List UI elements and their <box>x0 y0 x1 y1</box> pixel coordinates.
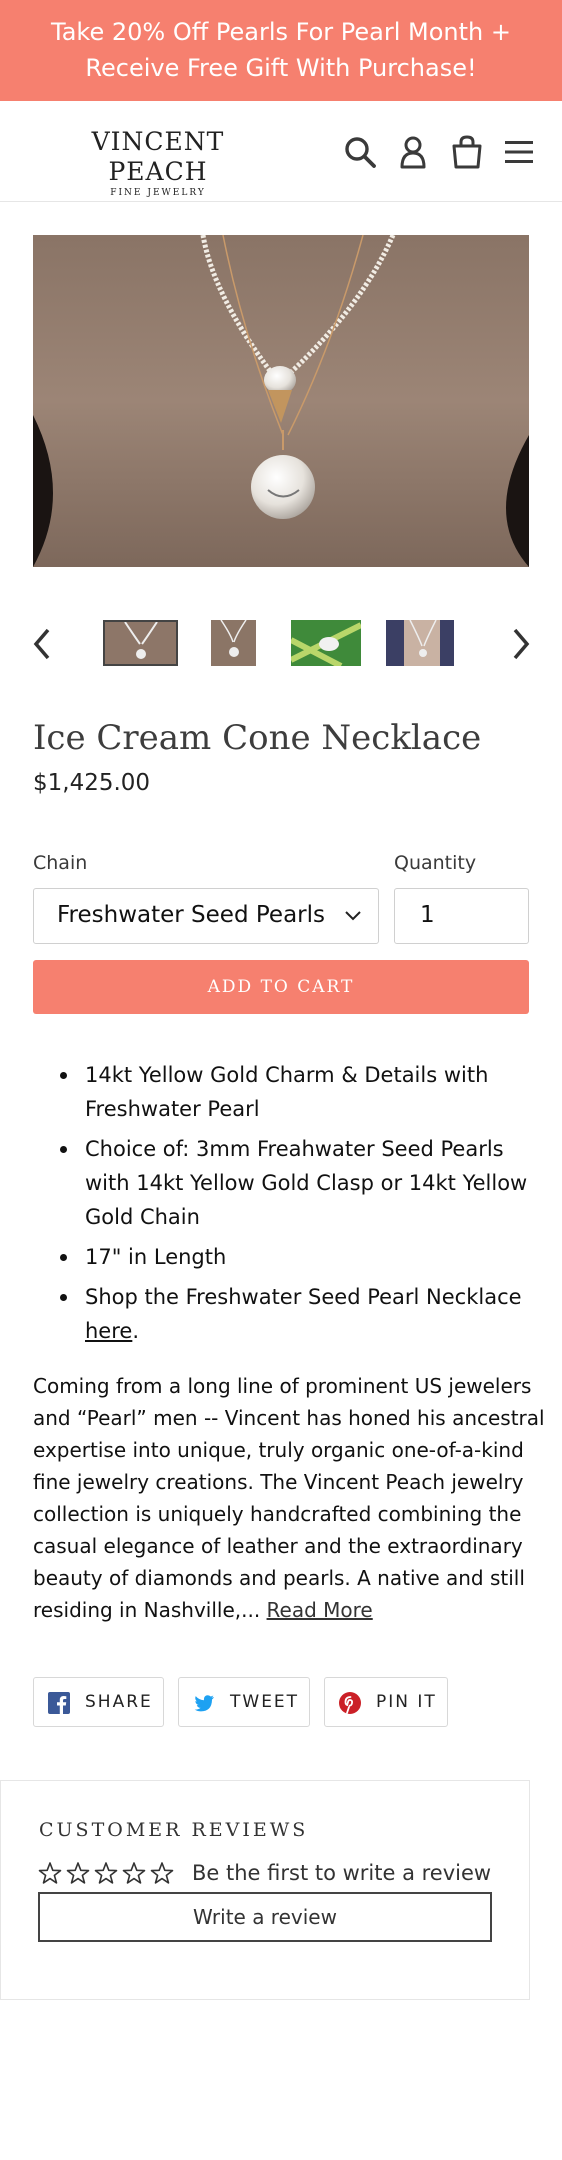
quantity-value: 1 <box>420 902 435 928</box>
account-icon[interactable] <box>396 135 430 169</box>
add-to-cart-button[interactable]: ADD TO CART <box>33 960 529 1014</box>
star-icon <box>94 1862 118 1884</box>
thumbnail-2[interactable] <box>211 620 256 666</box>
chevron-left-icon[interactable] <box>28 626 58 662</box>
read-more-link[interactable]: Read More <box>267 1598 373 1622</box>
description-line: residing in Nashville,... Read More <box>33 1594 533 1626</box>
thumbnail-3[interactable] <box>291 620 361 666</box>
chain-label: Chain <box>33 852 88 874</box>
write-review-button[interactable]: Write a review <box>38 1892 492 1942</box>
logo-sub-text: FINE JEWELRY <box>110 188 206 198</box>
description-line: Coming from a long line of prominent US … <box>33 1374 532 1398</box>
menu-icon[interactable] <box>503 135 537 169</box>
announcement-line-1: Take 20% Off Pearls For Pearl Month + <box>51 18 511 46</box>
description-line: casual elegance of leather and the extra… <box>33 1534 523 1558</box>
product-description: Coming from a long line of prominent US … <box>33 1370 545 1626</box>
thumbnail-4[interactable] <box>386 620 454 666</box>
share-label: TWEET <box>230 1692 300 1712</box>
empty-star-rating <box>38 1862 174 1884</box>
description-line: and “Pearl” men -- Vincent has honed his… <box>33 1406 545 1430</box>
necklace-photo <box>33 235 529 567</box>
chain-select-value: Freshwater Seed Pearls <box>57 902 325 928</box>
thumbnail-1[interactable] <box>103 620 178 666</box>
site-header: VINCENT PEACH FINE JEWELRY <box>0 101 562 202</box>
feature-list: 14kt Yellow Gold Charm & Details with Fr… <box>60 1058 530 1354</box>
description-line: fine jewelry creations. The Vincent Peac… <box>33 1470 524 1494</box>
seed-pearl-necklace-link[interactable]: here <box>85 1319 132 1343</box>
description-line-text: residing in Nashville,... <box>33 1598 267 1622</box>
description-line: beauty of diamonds and pearls. A native … <box>33 1566 525 1590</box>
feature-punctuation: . <box>132 1319 140 1343</box>
chain-select[interactable]: Freshwater Seed Pearls <box>33 888 379 944</box>
list-item: Choice of: 3mm Freahwater Seed Pearls wi… <box>60 1132 530 1234</box>
twitter-icon <box>194 1695 214 1712</box>
product-price: $1,425.00 <box>33 770 151 796</box>
feature-text: 17" in Length <box>85 1245 227 1269</box>
feature-text: Choice of: 3mm Freahwater Seed Pearls wi… <box>85 1137 528 1229</box>
product-title: Ice Cream Cone Necklace <box>33 718 482 758</box>
star-icon <box>122 1862 146 1884</box>
pinterest-pin-button[interactable]: PIN IT <box>324 1677 448 1727</box>
feature-text: Shop the Freshwater Seed Pearl Necklace <box>85 1285 522 1309</box>
star-icon <box>66 1862 90 1884</box>
announcement-bar[interactable]: Take 20% Off Pearls For Pearl Month + Re… <box>0 0 562 101</box>
list-item: Shop the Freshwater Seed Pearl Necklace … <box>60 1280 530 1348</box>
quantity-input[interactable]: 1 <box>394 888 529 944</box>
facebook-share-button[interactable]: SHARE <box>33 1677 164 1727</box>
chevron-down-icon <box>345 911 361 921</box>
list-item: 17" in Length <box>60 1240 530 1274</box>
list-item: 14kt Yellow Gold Charm & Details with Fr… <box>60 1058 530 1126</box>
star-icon <box>38 1862 62 1884</box>
star-icon <box>150 1862 174 1884</box>
quantity-label: Quantity <box>394 852 477 874</box>
no-reviews-text: Be the first to write a review <box>192 1861 492 1885</box>
logo-main-text: VINCENT PEACH <box>91 127 225 186</box>
twitter-tweet-button[interactable]: TWEET <box>178 1677 310 1727</box>
search-icon[interactable] <box>343 135 377 169</box>
description-line: collection is uniquely handcrafted combi… <box>33 1502 522 1526</box>
thumbnail-carousel <box>0 616 562 672</box>
description-line: expertise into unique, truly organic one… <box>33 1438 524 1462</box>
product-main-image[interactable] <box>33 235 529 567</box>
feature-text: 14kt Yellow Gold Charm & Details with Fr… <box>85 1063 489 1121</box>
cart-icon[interactable] <box>450 135 484 169</box>
facebook-icon <box>48 1692 70 1714</box>
share-label: SHARE <box>85 1692 153 1712</box>
pinterest-icon <box>339 1692 361 1714</box>
logo[interactable]: VINCENT PEACH FINE JEWELRY <box>40 127 276 199</box>
customer-reviews: CUSTOMER REVIEWS Be the first to write a… <box>0 1780 530 2000</box>
share-label: PIN IT <box>376 1692 437 1712</box>
chevron-right-icon[interactable] <box>505 626 535 662</box>
announcement-line-2: Receive Free Gift With Purchase! <box>85 54 477 82</box>
reviews-title: CUSTOMER REVIEWS <box>39 1819 309 1841</box>
